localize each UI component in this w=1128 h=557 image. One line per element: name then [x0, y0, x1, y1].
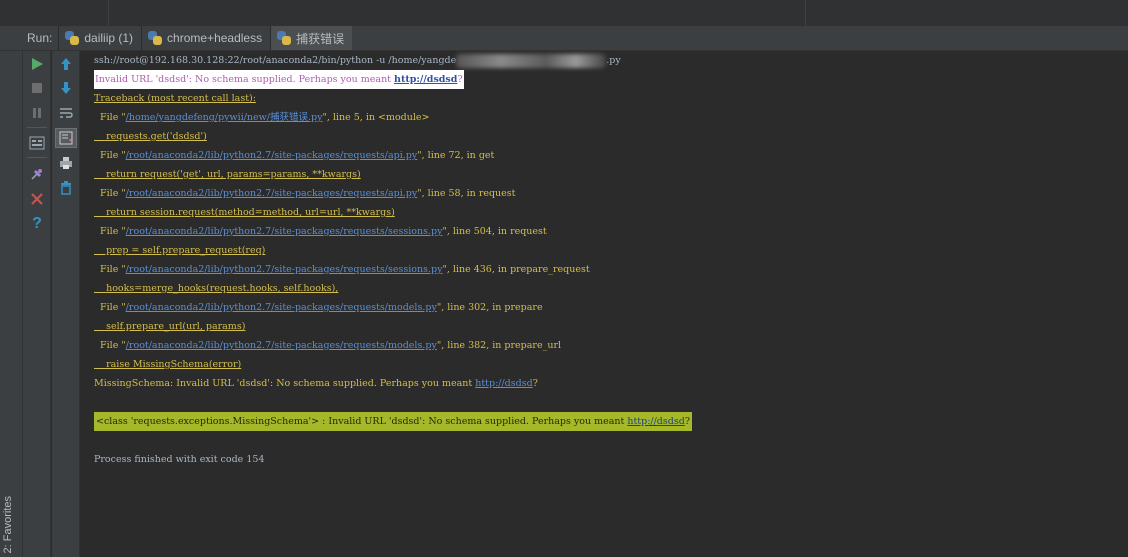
- pin-tab-button[interactable]: [26, 164, 48, 184]
- strip-separator: [108, 0, 109, 26]
- file-prefix: File ": [94, 340, 126, 351]
- soft-wrap-button[interactable]: [55, 103, 77, 123]
- arrow-down-icon: [61, 82, 71, 94]
- close-button[interactable]: [26, 189, 48, 209]
- traceback-code-line: return session.request(method=method, ur…: [94, 207, 395, 218]
- arrow-up-icon: [61, 58, 71, 70]
- tab-chrome-headless[interactable]: chrome+headless: [141, 26, 270, 50]
- run-label: Run:: [27, 31, 53, 45]
- trash-icon: [61, 181, 71, 195]
- scroll-to-end-button[interactable]: [55, 128, 77, 148]
- file-suffix: ", line 302, in prepare: [436, 302, 543, 313]
- run-toolbar-primary: ?: [23, 51, 51, 557]
- traceback-code-line: return request('get', url, params=params…: [94, 169, 361, 180]
- file-path-link[interactable]: /home/yangdefeng/pywii/new/捕获错误.py: [126, 112, 323, 123]
- tab-capture-error[interactable]: 捕获错误: [270, 26, 353, 50]
- restore-layout-button[interactable]: [26, 133, 48, 153]
- tab-dailiip[interactable]: dailiip (1): [58, 26, 141, 50]
- editor-tab-strip: [0, 0, 1128, 26]
- traceback-code-line: raise MissingSchema(error): [94, 359, 242, 370]
- toolbar-separator: [27, 127, 47, 128]
- help-button[interactable]: ?: [26, 214, 48, 234]
- previous-occurrence-button[interactable]: [55, 54, 77, 74]
- traceback-file-line: File "/root/anaconda2/lib/python2.7/site…: [94, 184, 516, 203]
- traceback-file-line: File "/home/yangdefeng/pywii/new/捕获错误.py…: [94, 108, 430, 127]
- rerun-button[interactable]: [26, 54, 48, 74]
- file-path-link[interactable]: /root/anaconda2/lib/python2.7/site-packa…: [126, 340, 437, 351]
- scroll-to-end-icon: [59, 131, 73, 145]
- file-path-link[interactable]: /root/anaconda2/lib/python2.7/site-packa…: [126, 150, 418, 161]
- soft-wrap-icon: [60, 108, 73, 118]
- file-path-link[interactable]: /root/anaconda2/lib/python2.7/site-packa…: [126, 302, 437, 313]
- warning-line: Invalid URL 'dsdsd': No schema supplied.…: [94, 70, 464, 89]
- close-icon: [31, 193, 43, 205]
- toolbar-separator: [27, 157, 47, 158]
- console-output[interactable]: ssh://root@192.168.30.128:22/root/anacon…: [81, 51, 1128, 557]
- traceback-file-line: File "/root/anaconda2/lib/python2.7/site…: [94, 146, 494, 165]
- file-prefix: File ": [94, 302, 126, 313]
- exception-class-line: <class 'requests.exceptions.MissingSchem…: [94, 412, 692, 431]
- file-path-link[interactable]: /root/anaconda2/lib/python2.7/site-packa…: [126, 188, 418, 199]
- left-tool-strip: 2: Favorites: [0, 51, 23, 557]
- file-suffix: ", line 5, in <module>: [322, 112, 430, 123]
- file-prefix: File ": [94, 150, 126, 161]
- print-icon: [60, 157, 72, 169]
- file-prefix: File ": [94, 264, 126, 275]
- python-icon: [65, 31, 80, 45]
- file-suffix: ", line 382, in prepare_url: [436, 340, 562, 351]
- print-button[interactable]: [55, 153, 77, 173]
- file-suffix: ", line 72, in get: [417, 150, 495, 161]
- traceback-file-line: File "/root/anaconda2/lib/python2.7/site…: [94, 298, 543, 317]
- missing-schema-line: MissingSchema: Invalid URL 'dsdsd': No s…: [94, 378, 538, 389]
- traceback-file-line: File "/root/anaconda2/lib/python2.7/site…: [94, 222, 547, 241]
- file-path-link[interactable]: /root/anaconda2/lib/python2.7/site-packa…: [126, 226, 443, 237]
- tab-label: chrome+headless: [167, 31, 263, 45]
- file-prefix: File ": [94, 188, 126, 199]
- traceback-code-line: self.prepare_url(url, params): [94, 321, 246, 332]
- favorites-tab[interactable]: 2: Favorites: [2, 496, 14, 553]
- layout-icon: [29, 136, 45, 150]
- file-suffix: ", line 504, in request: [442, 226, 547, 237]
- pin-icon: [31, 169, 42, 180]
- python-icon: [277, 31, 292, 45]
- traceback-file-line: File "/root/anaconda2/lib/python2.7/site…: [94, 336, 561, 355]
- run-tab-bar: Run: dailiip (1) chrome+headless 捕获错误: [0, 26, 1128, 51]
- file-prefix: File ": [94, 112, 126, 123]
- file-path-link[interactable]: /root/anaconda2/lib/python2.7/site-packa…: [126, 264, 443, 275]
- clear-all-button[interactable]: [55, 178, 77, 198]
- traceback-file-line: File "/root/anaconda2/lib/python2.7/site…: [94, 260, 590, 279]
- tab-label: dailiip (1): [84, 31, 134, 45]
- python-icon: [148, 31, 163, 45]
- strip-separator: [805, 0, 806, 26]
- stop-icon: [32, 83, 42, 93]
- traceback-code-line: requests.get('dsdsd'): [94, 131, 207, 142]
- traceback-code-line: prep = self.prepare_request(req): [94, 245, 266, 256]
- pause-button[interactable]: [26, 103, 48, 123]
- tab-label: 捕获错误: [296, 31, 345, 46]
- pause-icon: [33, 108, 41, 118]
- help-icon: ?: [32, 215, 42, 232]
- file-suffix: ", line 436, in prepare_request: [442, 264, 590, 275]
- play-icon: [32, 58, 43, 70]
- traceback-header: Traceback (most recent call last):: [94, 93, 256, 104]
- command-line: ssh://root@192.168.30.128:22/root/anacon…: [94, 53, 621, 68]
- file-prefix: File ": [94, 226, 126, 237]
- warning-link[interactable]: http://dsdsd: [394, 74, 457, 85]
- file-suffix: ", line 58, in request: [417, 188, 516, 199]
- exit-code-line: Process finished with exit code 154: [94, 454, 265, 465]
- exception-class-link[interactable]: http://dsdsd: [627, 416, 684, 427]
- redacted-path: [456, 53, 607, 68]
- traceback-code-line: hooks=merge_hooks(request.hooks, self.ho…: [94, 283, 339, 294]
- missing-schema-link[interactable]: http://dsdsd: [475, 378, 532, 389]
- stop-button[interactable]: [26, 78, 48, 98]
- run-toolbar-secondary: [52, 51, 80, 557]
- next-occurrence-button[interactable]: [55, 78, 77, 98]
